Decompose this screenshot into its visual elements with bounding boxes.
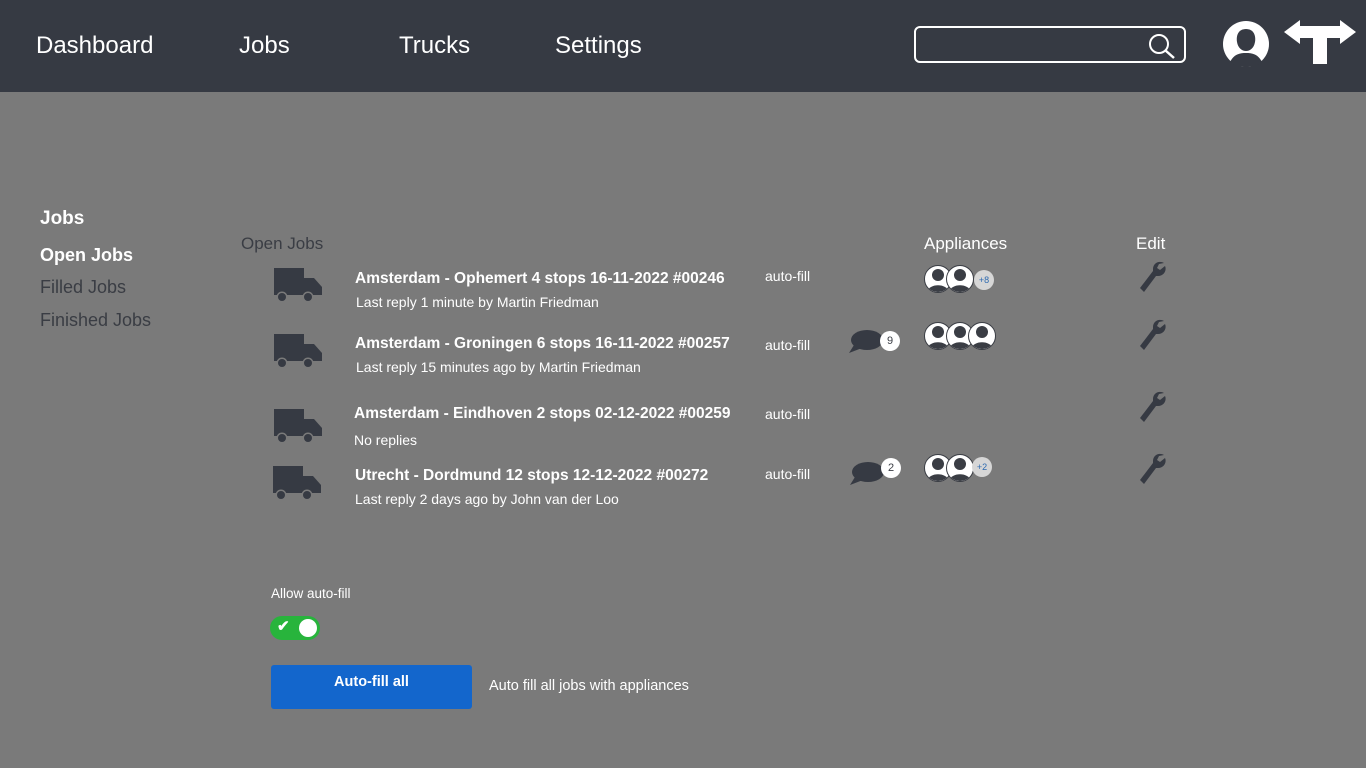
search-icon[interactable] xyxy=(1148,33,1176,64)
sidebar-title: Jobs xyxy=(40,208,85,229)
appliance-avatar-icon xyxy=(968,322,996,350)
nav-dashboard[interactable]: Dashboard xyxy=(36,32,153,60)
job-row: Amsterdam - Eindhoven 2 stops 02-12-2022… xyxy=(240,391,1200,464)
job-autofill-link[interactable]: auto-fill xyxy=(765,406,810,422)
job-last-reply: Last reply 1 minute by Martin Friedman xyxy=(356,294,599,310)
autofill-all-hint: Auto fill all jobs with appliances xyxy=(489,678,689,694)
appliance-avatar-icon xyxy=(946,454,974,482)
job-autofill-link[interactable]: auto-fill xyxy=(765,268,810,284)
column-header-edit: Edit xyxy=(1136,234,1166,253)
wrench-icon[interactable] xyxy=(1138,452,1168,486)
job-title[interactable]: Amsterdam - Eindhoven 2 stops 02-12-2022… xyxy=(354,405,730,423)
job-title[interactable]: Amsterdam - Ophemert 4 stops 16-11-2022 … xyxy=(355,270,725,288)
job-autofill-link[interactable]: auto-fill xyxy=(765,466,810,482)
job-autofill-link[interactable]: auto-fill xyxy=(765,337,810,353)
job-last-reply: Last reply 2 days ago by John van der Lo… xyxy=(355,491,619,507)
job-last-reply: Last reply 15 minutes ago by Martin Frie… xyxy=(356,359,641,375)
wrench-icon[interactable] xyxy=(1138,390,1168,424)
job-title[interactable]: Utrecht - Dordmund 12 stops 12-12-2022 #… xyxy=(355,467,708,485)
nav-trucks[interactable]: Trucks xyxy=(399,32,470,60)
job-last-reply: No replies xyxy=(354,432,418,448)
wrench-icon[interactable] xyxy=(1138,318,1168,352)
truck-icon xyxy=(269,466,321,506)
nav-jobs[interactable]: Jobs xyxy=(239,32,290,60)
user-avatar-icon[interactable] xyxy=(1222,20,1270,68)
autofill-all-button[interactable]: Auto-fill all xyxy=(271,665,472,709)
comments-count: 2 xyxy=(881,458,901,478)
comments-indicator[interactable]: 9 xyxy=(848,329,904,355)
appliance-avatar-icon xyxy=(946,265,974,293)
nav-settings[interactable]: Settings xyxy=(555,32,642,60)
comments-count: 9 xyxy=(880,331,900,351)
checkmark-icon: ✔ xyxy=(277,618,290,635)
wrench-icon[interactable] xyxy=(1138,260,1168,294)
signpost-arrows-icon[interactable] xyxy=(1284,18,1356,66)
job-title[interactable]: Amsterdam - Groningen 6 stops 16-11-2022… xyxy=(355,335,730,353)
sidebar-item-open-jobs[interactable]: Open Jobs xyxy=(40,245,133,266)
allow-autofill-toggle[interactable]: ✔ xyxy=(270,616,320,640)
job-row: Amsterdam - Groningen 6 stops 16-11-2022… xyxy=(240,319,1200,394)
top-navigation-bar: Dashboard Jobs Trucks Settings xyxy=(0,0,1366,92)
search-input[interactable] xyxy=(924,32,1148,58)
column-header-appliances: Appliances xyxy=(924,234,1008,253)
truck-icon xyxy=(270,268,322,308)
sidebar-item-filled-jobs[interactable]: Filled Jobs xyxy=(40,277,126,298)
column-header-open-jobs: Open Jobs xyxy=(241,234,324,253)
appliances-more-badge[interactable]: +2 xyxy=(972,457,992,477)
search-box xyxy=(914,26,1186,63)
sidebar-item-finished-jobs[interactable]: Finished Jobs xyxy=(40,310,151,331)
comments-indicator[interactable]: 2 xyxy=(849,458,905,487)
appliances-more-badge[interactable]: +8 xyxy=(974,270,994,290)
job-row: Amsterdam - Ophemert 4 stops 16-11-2022 … xyxy=(240,261,1200,328)
truck-icon xyxy=(270,409,322,449)
job-row: Utrecht - Dordmund 12 stops 12-12-2022 #… xyxy=(240,453,1200,526)
truck-icon xyxy=(270,334,322,374)
toggle-knob xyxy=(299,619,317,637)
allow-autofill-label: Allow auto-fill xyxy=(271,586,351,601)
